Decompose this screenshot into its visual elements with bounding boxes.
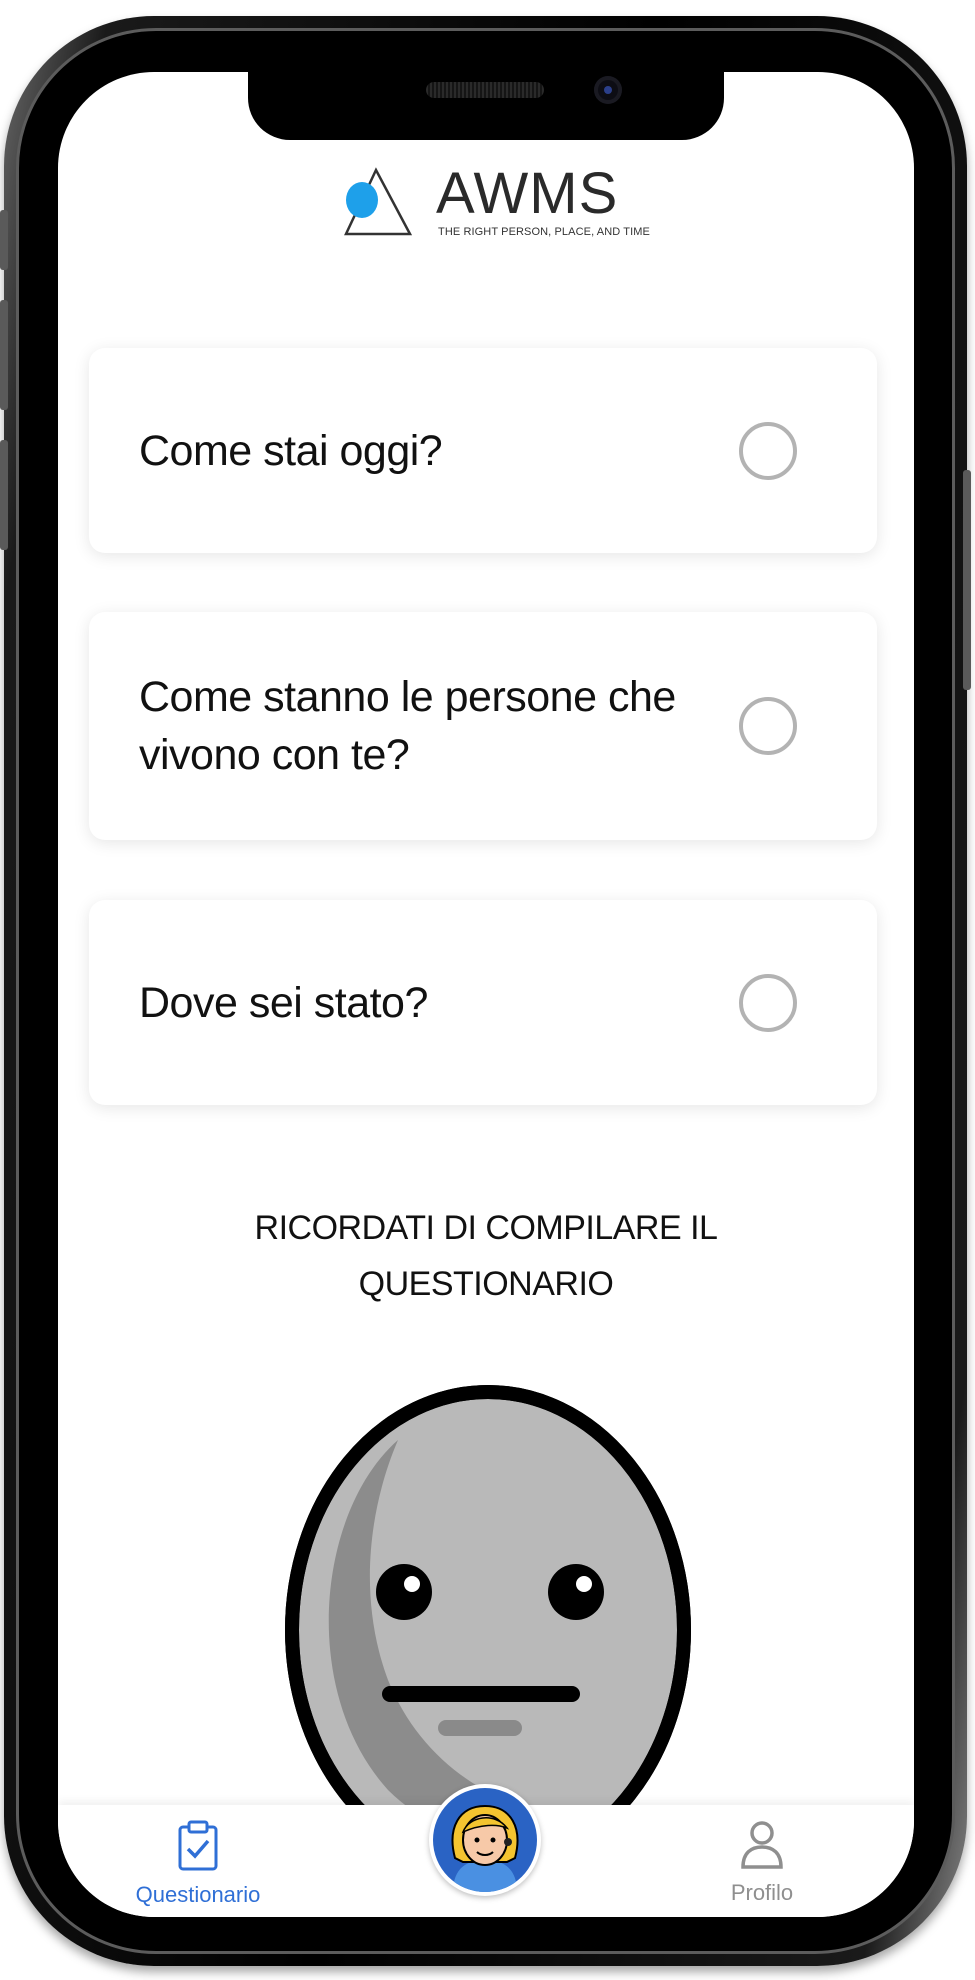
app-logo: AWMS THE RIGHT PERSON, PLACE, AND TIME — [344, 161, 650, 262]
tab-questionario[interactable]: Questionario — [108, 1819, 288, 1908]
reminder-text: RICORDATI DI COMPILARE IL QUESTIONARIO — [58, 1200, 914, 1312]
logo-triangle-icon — [344, 167, 413, 236]
tab-profilo[interactable]: Profilo — [672, 1819, 852, 1906]
volume-up-button — [0, 300, 8, 410]
logo-tagline: THE RIGHT PERSON, PLACE, AND TIME — [438, 226, 650, 238]
mute-switch — [0, 210, 8, 270]
volume-down-button — [0, 440, 8, 550]
earpiece-speaker — [426, 82, 544, 98]
question-card-places[interactable]: Dove sei stato? — [89, 900, 877, 1105]
app-screen: AWMS THE RIGHT PERSON, PLACE, AND TIME C… — [58, 72, 914, 1917]
reminder-line-1: RICORDATI DI COMPILARE IL — [254, 1209, 718, 1247]
question-radio-button[interactable] — [739, 421, 797, 480]
question-label: Come stanno le persone che vivono con te… — [139, 673, 676, 779]
notch — [248, 72, 724, 140]
logo-text: AWMS — [436, 161, 619, 226]
front-camera — [594, 76, 622, 104]
logo-dot — [346, 182, 378, 218]
assistant-avatar-button[interactable] — [429, 1784, 541, 1896]
question-label: Come stai oggi? — [139, 426, 443, 475]
user-icon — [741, 1821, 783, 1869]
tab-questionario-label: Questionario — [135, 1882, 261, 1907]
question-card-today[interactable]: Come stai oggi? — [89, 348, 877, 553]
tab-profilo-label: Profilo — [730, 1880, 794, 1905]
clipboard-check-icon — [178, 1820, 218, 1871]
assistant-avatar-icon — [433, 1788, 537, 1892]
question-card-household[interactable]: Come stanno le persone che vivono con te… — [89, 612, 877, 840]
reminder-line-2: QUESTIONARIO — [358, 1265, 614, 1303]
question-radio-button[interactable] — [739, 973, 797, 1032]
power-button — [963, 470, 971, 690]
question-label: Dove sei stato? — [139, 978, 428, 1027]
question-radio-button[interactable] — [739, 697, 797, 755]
